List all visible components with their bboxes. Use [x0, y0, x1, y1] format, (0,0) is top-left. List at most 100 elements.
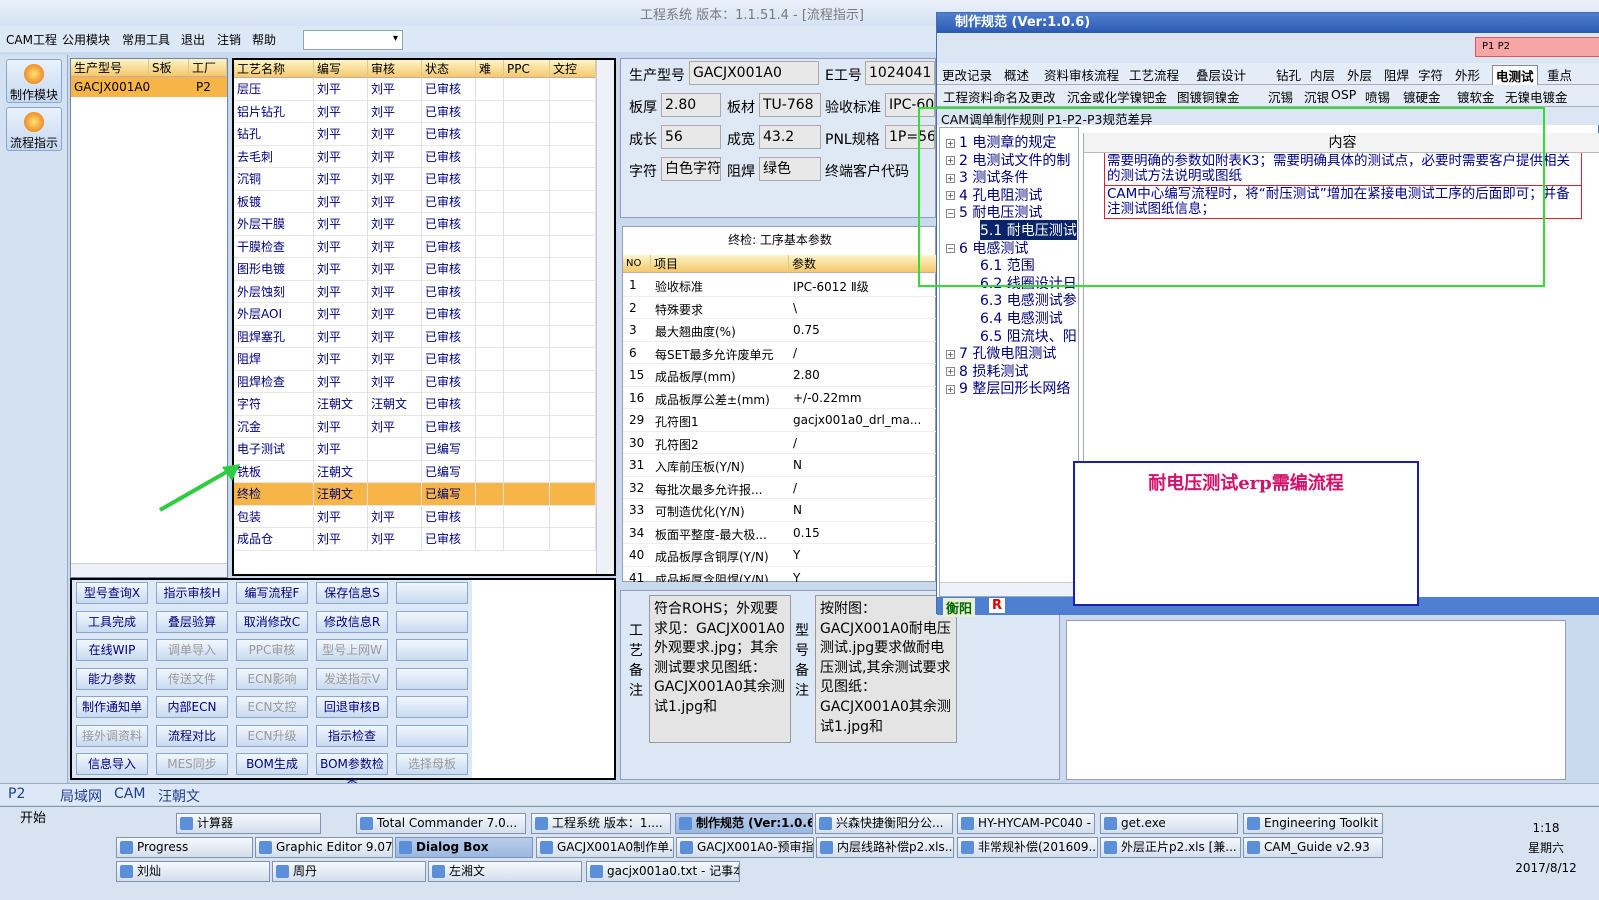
param-row[interactable]: 6 每SET最多允许废单元 /: [623, 342, 937, 364]
action-button[interactable]: 发送指示V: [316, 667, 388, 690]
param-row[interactable]: 1 验收标准 IPC-6012 Ⅱ级: [623, 274, 937, 297]
action-button[interactable]: 信息导入: [76, 753, 148, 775]
table-row[interactable]: 阻焊 刘平 刘平 已审核: [234, 348, 596, 371]
action-button[interactable]: 指示检查: [316, 724, 388, 747]
action-button[interactable]: 内部ECN: [156, 696, 228, 718]
proc-memo-text[interactable]: 符合ROHS；外观要求见：GACJX001A0外观要求.jpg；其余测试要求见图…: [649, 595, 791, 743]
menu-tools[interactable]: 常用工具: [122, 31, 170, 48]
dialog-title[interactable]: 制作规范 (Ver:1.0.6): [937, 13, 1599, 33]
tab-tabs2-4[interactable]: 沉银: [1304, 87, 1329, 106]
field-grow[interactable]: 56: [661, 125, 721, 149]
param-row[interactable]: 40 成品板厚含铜厚(Y/N) Y: [623, 544, 937, 567]
task-button[interactable]: HY-HYCAM-PC040 - T...: [957, 813, 1095, 834]
action-button[interactable]: [396, 610, 468, 633]
action-button[interactable]: 流程对比: [156, 724, 228, 747]
param-row[interactable]: 16 成品板厚公差±(mm) +/-0.22mm: [623, 387, 937, 409]
table-row[interactable]: 包装 刘平 刘平 已审核: [234, 505, 596, 528]
action-button[interactable]: [396, 724, 468, 747]
col-header[interactable]: 状态: [422, 60, 476, 78]
action-button[interactable]: 制作通知单: [76, 696, 148, 718]
action-button[interactable]: [396, 639, 468, 661]
param-row[interactable]: 29 孔符图1 gacjx001a0_drl_ma...: [623, 409, 937, 432]
action-button[interactable]: 能力参数: [76, 667, 148, 690]
action-button[interactable]: 调单导入: [156, 639, 228, 661]
field-model[interactable]: GACJX001A0: [689, 61, 819, 85]
table-row[interactable]: 外层AOI 刘平 刘平 已审核: [234, 303, 596, 326]
menu-public[interactable]: 公用模块: [62, 31, 110, 48]
col-header[interactable]: PPC: [504, 60, 550, 78]
tab-tabs1-5[interactable]: 钻孔: [1276, 65, 1301, 84]
tab-tabs1-11[interactable]: 电测试: [1492, 65, 1538, 85]
tab-tabs2-1[interactable]: 沉金或化学镍钯金: [1067, 87, 1167, 106]
table-row[interactable]: 电子测试 刘平 已编写: [234, 438, 596, 461]
table-row[interactable]: 层压 刘平 刘平 已审核: [234, 78, 596, 101]
tab-tabs2-7[interactable]: 镀硬金: [1403, 87, 1441, 106]
task-button[interactable]: 制作规范 (Ver:1.0.6): [675, 813, 813, 834]
field-ratio[interactable]: 43.2: [759, 125, 821, 149]
col-header[interactable]: 项目: [651, 255, 789, 273]
action-button[interactable]: BOM参数检查: [316, 753, 388, 791]
tab-tabs1-6[interactable]: 内层: [1310, 65, 1335, 84]
tab-tabs1-7[interactable]: 外层: [1347, 65, 1372, 84]
table-row[interactable]: 铝片钻孔 刘平 刘平 已审核: [234, 100, 596, 123]
expand-icon[interactable]: +: [946, 384, 955, 394]
col-header[interactable]: 难: [476, 60, 504, 78]
param-row[interactable]: 34 板面平整度-最大极... 0.15: [623, 522, 937, 544]
col-header[interactable]: 文控: [550, 60, 596, 78]
action-button[interactable]: 型号查询X: [76, 582, 148, 604]
status-plant[interactable]: P2: [8, 786, 25, 802]
col-header[interactable]: 编写: [314, 60, 368, 78]
tab-tabs1-8[interactable]: 阻焊: [1384, 65, 1409, 84]
vscrollbar[interactable]: [596, 60, 614, 574]
action-button[interactable]: BOM生成: [236, 753, 308, 775]
param-row[interactable]: 15 成品板厚(mm) 2.80: [623, 364, 937, 387]
action-button[interactable]: 取消修改C: [236, 610, 308, 633]
tab-tabs2-5[interactable]: OSP: [1331, 87, 1356, 102]
table-row[interactable]: 外层蚀刻 刘平 刘平 已审核: [234, 280, 596, 303]
action-button[interactable]: [396, 667, 468, 690]
tab-tabs1-3[interactable]: 工艺流程: [1129, 65, 1179, 84]
col-header[interactable]: 参数: [789, 255, 937, 273]
task-button[interactable]: gacjx001a0.txt - 记事本: [586, 861, 740, 882]
table-row[interactable]: 钻孔 刘平 刘平 已审核: [234, 123, 596, 146]
task-button[interactable]: 左湘文: [428, 861, 582, 882]
col-header[interactable]: S板: [149, 59, 189, 77]
hscrollbar[interactable]: [71, 563, 227, 577]
expand-icon[interactable]: +: [946, 349, 955, 359]
col-header[interactable]: 工厂: [189, 59, 227, 77]
field-char[interactable]: 白色字符: [661, 157, 721, 181]
table-row[interactable]: 外层干膜 刘平 刘平 已审核: [234, 213, 596, 236]
tab-tabs2-0[interactable]: 工程资料命名及更改: [943, 87, 1056, 106]
action-button[interactable]: PPC审核: [236, 639, 308, 661]
action-button[interactable]: [396, 696, 468, 718]
table-row[interactable]: 沉金 刘平 刘平 已审核: [234, 415, 596, 438]
col-header[interactable]: 审核: [368, 60, 422, 78]
action-button[interactable]: 修改信息R: [316, 610, 388, 633]
sidebar-btn-flow-guide[interactable]: 流程指示: [6, 107, 62, 151]
tree-node[interactable]: +9 整层回形长网络: [946, 378, 1070, 398]
tree-hscrollbar[interactable]: [940, 582, 1078, 596]
field-material[interactable]: TU-768: [759, 93, 821, 117]
tab-tabs1-4[interactable]: 叠层设计: [1196, 65, 1246, 84]
task-button[interactable]: CAM_Guide v2.93: [1243, 837, 1383, 858]
start-button[interactable]: 开始: [2, 808, 54, 832]
field-thickness[interactable]: 2.80: [661, 93, 721, 117]
action-button[interactable]: 在线WIP: [76, 639, 148, 661]
expand-icon[interactable]: +: [946, 367, 955, 377]
tab-tabs1-2[interactable]: 资料审核流程: [1044, 65, 1119, 84]
tab-tabs2-3[interactable]: 沉锡: [1268, 87, 1293, 106]
param-row[interactable]: 32 每批次最多允许报... /: [623, 477, 937, 499]
param-row[interactable]: 33 可制造优化(Y/N) N: [623, 499, 937, 522]
tab-tabs1-1[interactable]: 概述: [1004, 65, 1029, 84]
table-row[interactable]: 干膜检查 刘平 刘平 已审核: [234, 235, 596, 258]
task-button[interactable]: 计算器: [176, 813, 321, 834]
menu-exit[interactable]: 退出: [181, 31, 205, 48]
field-soldermask[interactable]: 绿色: [759, 157, 821, 181]
table-row[interactable]: 去毛刺 刘平 刘平 已审核: [234, 145, 596, 168]
param-row[interactable]: 41 成品板厚含阻焊(Y/N) Y: [623, 567, 937, 583]
table-row[interactable]: 沉铜 刘平 刘平 已审核: [234, 168, 596, 191]
tab-tabs1-12[interactable]: 重点: [1547, 65, 1572, 84]
menu-combo-select[interactable]: [303, 30, 403, 50]
sidebar-btn-make-module[interactable]: 制作模块: [6, 59, 62, 103]
table-row[interactable]: 阻焊塞孔 刘平 刘平 已审核: [234, 325, 596, 348]
